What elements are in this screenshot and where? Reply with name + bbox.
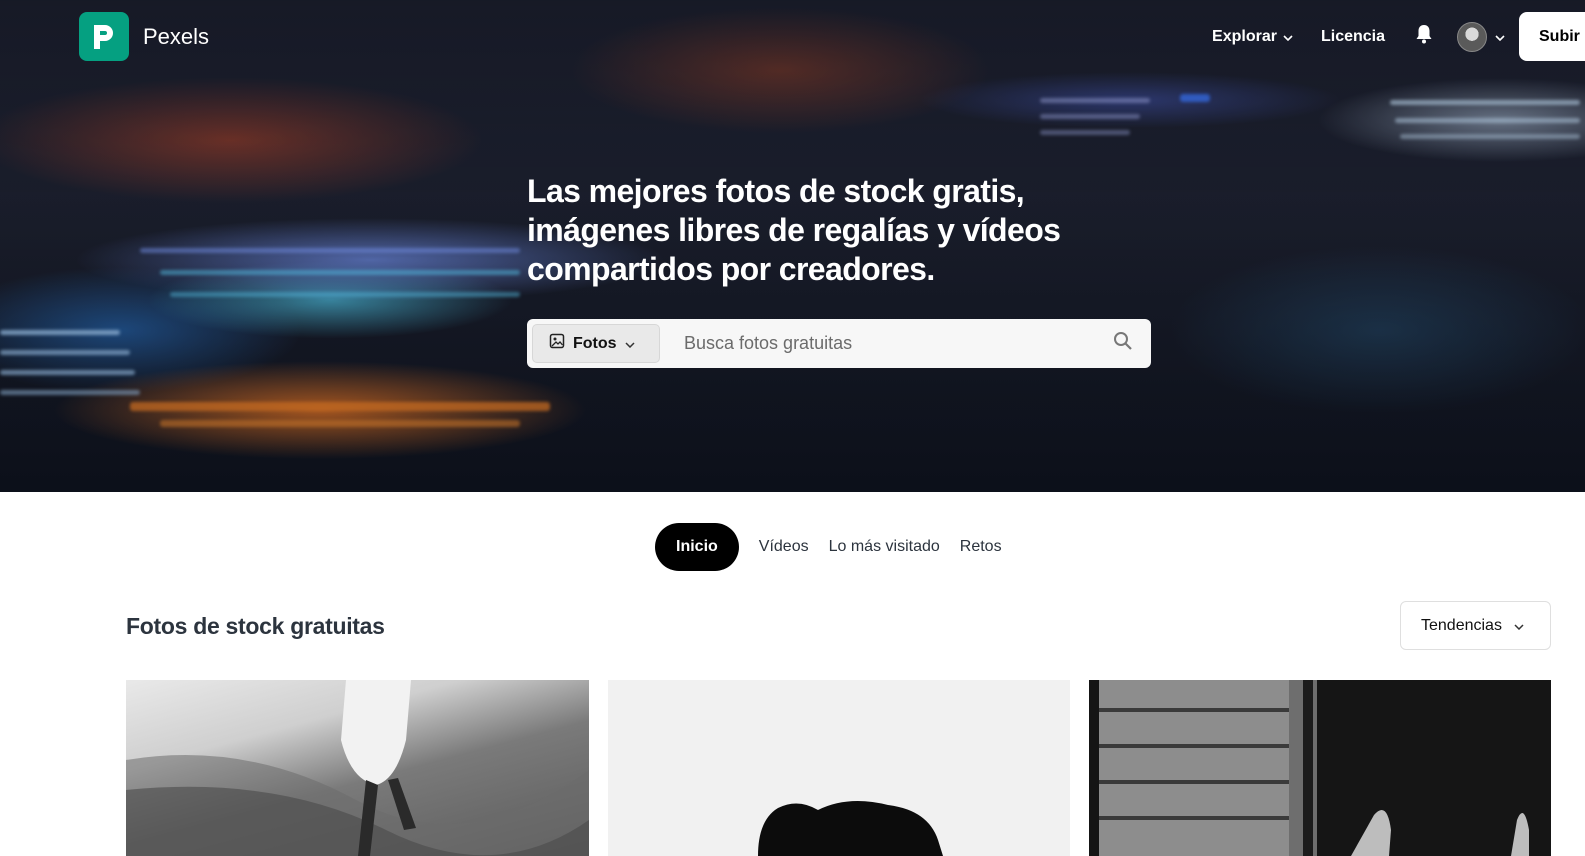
tab-inicio[interactable]: Inicio — [655, 523, 739, 571]
pexels-logo[interactable]: Pexels — [79, 12, 209, 61]
section-title: Fotos de stock gratuitas — [126, 613, 385, 639]
photo-card[interactable] — [1089, 680, 1551, 856]
bell-icon[interactable] — [1415, 24, 1433, 49]
logo-text: Pexels — [143, 23, 210, 49]
license-link[interactable]: Licencia — [1321, 28, 1385, 46]
search-icon[interactable] — [1113, 331, 1133, 356]
tab-popular[interactable]: Lo más visitado — [819, 523, 950, 571]
search-input[interactable] — [684, 324, 1113, 363]
explore-menu[interactable]: Explorar — [1212, 28, 1293, 46]
sort-label: Tendencias — [1421, 616, 1502, 634]
chevron-down-icon — [1514, 617, 1524, 635]
search-type-dropdown[interactable]: Fotos — [532, 324, 660, 363]
photo-card[interactable] — [608, 680, 1070, 856]
chevron-down-icon — [1283, 28, 1293, 46]
upload-button[interactable]: Subir — [1519, 12, 1585, 61]
hero-headline: Las mejores fotos de stock gratis, imáge… — [527, 173, 1061, 287]
photo-card[interactable] — [126, 680, 589, 856]
tab-videos[interactable]: Vídeos — [749, 523, 819, 571]
search-type-label: Fotos — [573, 334, 617, 352]
chevron-down-icon — [625, 335, 635, 353]
search-bar: Fotos — [527, 319, 1151, 368]
avatar — [1457, 21, 1487, 52]
user-menu[interactable] — [1457, 21, 1505, 52]
content-tabs: Inicio Vídeos Lo más visitado Retos — [655, 523, 1012, 571]
license-label: Licencia — [1320, 27, 1385, 45]
chevron-down-icon — [1495, 28, 1505, 46]
sort-dropdown[interactable]: Tendencias — [1400, 601, 1551, 650]
image-icon — [549, 333, 565, 354]
tab-challenges[interactable]: Retos — [950, 523, 1012, 571]
explore-label: Explorar — [1212, 27, 1277, 45]
top-nav: Explorar Licencia Subir — [1212, 12, 1585, 61]
pexels-logo-icon — [79, 12, 129, 61]
